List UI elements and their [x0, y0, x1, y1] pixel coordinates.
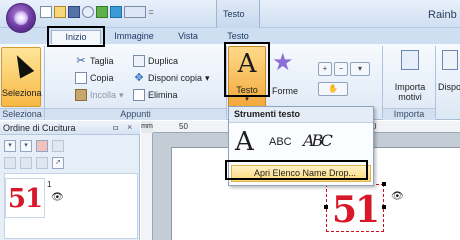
resize-handle[interactable]	[382, 182, 386, 186]
taglia-button[interactable]: ✂ Taglia	[75, 54, 114, 68]
window-title: Rainb	[428, 9, 457, 21]
group-label-seleziona: Seleziona	[0, 108, 44, 120]
zoom-in-icon[interactable]: +	[318, 62, 332, 76]
incolla-button[interactable]: Incolla ▾	[75, 88, 124, 102]
scissors-icon: ✂	[76, 55, 86, 67]
sewing-order-list: 51 1 👁	[4, 173, 138, 239]
eye-icon[interactable]: 👁	[51, 192, 64, 203]
duplicate-icon	[133, 55, 145, 67]
tab-vista[interactable]: Vista	[170, 30, 206, 44]
panel-title: Ordine di Cucitura	[3, 123, 76, 133]
grid-icon[interactable]	[52, 140, 64, 152]
forme-button[interactable]: ★ Forme	[268, 48, 302, 106]
panel-toolbar: ▾ ▾	[0, 137, 140, 155]
elimina-label: Elimina	[148, 90, 178, 100]
chevron-down-icon: ▾	[119, 89, 124, 100]
copy-icon	[75, 72, 87, 84]
dispo-button[interactable]: Dispo	[438, 48, 460, 106]
panel-toolbar-2: ➚	[0, 154, 140, 172]
forme-label: Forme	[271, 86, 298, 96]
selection-box[interactable]	[324, 182, 386, 232]
small-text-tool[interactable]: ABC	[269, 136, 292, 148]
zoom-dropdown-icon[interactable]: ▾	[350, 62, 370, 76]
resize-handle[interactable]	[324, 205, 328, 209]
resize-handle[interactable]	[382, 205, 386, 209]
ruler-unit: mm	[141, 121, 153, 133]
monogram-tool-icon[interactable]: ABC	[303, 131, 333, 151]
hide-icon[interactable]	[36, 157, 48, 169]
shapes-icon: ★	[272, 49, 294, 76]
seleziona-button[interactable]: Seleziona	[1, 47, 42, 107]
importa-motivi-button[interactable]: Importa motivi	[388, 48, 432, 106]
color-icon[interactable]	[36, 140, 48, 152]
import-pattern-icon	[401, 50, 419, 70]
app-logo-icon	[14, 11, 28, 25]
disponi-copia-button[interactable]: ✥ Disponi copia ▾	[133, 71, 210, 85]
highlight-frame-menu-item	[225, 160, 368, 180]
incolla-label: Incolla	[90, 90, 117, 100]
thumbnail-order-number: 1	[47, 180, 52, 189]
text-tool-icon[interactable]: A	[235, 127, 254, 157]
layout-icon	[442, 50, 458, 70]
paste-icon	[75, 89, 87, 101]
copia-button[interactable]: Copia	[75, 71, 114, 85]
vertical-ruler	[141, 133, 153, 240]
pan-hand-icon[interactable]: ✋	[318, 82, 348, 96]
seleziona-label: Seleziona	[2, 88, 42, 98]
dispo-label: Dispo	[438, 82, 460, 92]
duplica-label: Duplica	[148, 56, 179, 66]
delete-icon	[133, 89, 145, 101]
close-icon[interactable]: ×	[127, 122, 132, 132]
sort-icon[interactable]: ▾	[20, 140, 32, 152]
sewing-order-panel: Ordine di Cucitura ㅁ × ▾ ▾ ➚ 51 1 👁	[0, 121, 140, 240]
application-menu-button[interactable]	[6, 3, 36, 33]
copia-label: Copia	[90, 73, 114, 83]
group-label-appunti: Appunti	[45, 108, 226, 120]
open-folder-icon[interactable]	[54, 6, 66, 18]
panel-header: Ordine di Cucitura ㅁ ×	[0, 121, 140, 135]
ruler-tick: 50	[179, 122, 188, 131]
quick-access-toolbar: =	[40, 6, 154, 18]
text-tools-row: A ABC ABC	[229, 125, 373, 159]
show-icon[interactable]	[4, 157, 16, 169]
pointer-icon[interactable]: ➚	[52, 157, 64, 169]
pin-icon[interactable]: ㅁ	[112, 123, 119, 134]
group-label-importa: Importa	[383, 108, 435, 120]
dropdown-header: Strumenti testo	[229, 107, 373, 123]
disponi-copia-label: Disponi copia	[148, 73, 203, 83]
send-icon[interactable]	[96, 6, 108, 18]
customize-qat-icon[interactable]: =	[148, 6, 154, 18]
chevron-down-icon: ▾	[205, 72, 210, 83]
motivi-label: motivi	[398, 92, 422, 102]
context-tab-label: Testo	[223, 9, 245, 19]
duplica-button[interactable]: Duplica	[133, 54, 178, 68]
taglia-label: Taglia	[90, 56, 114, 66]
group-divider	[435, 46, 436, 118]
zoom-icon[interactable]	[82, 6, 94, 18]
highlight-frame-testo	[224, 42, 270, 97]
qat-dropdown-icon[interactable]	[124, 6, 146, 18]
lock-icon[interactable]	[20, 157, 32, 169]
transfer-icon[interactable]	[110, 6, 122, 18]
importa-label: Importa	[394, 82, 426, 92]
save-icon[interactable]	[68, 6, 80, 18]
select-arrow-icon	[9, 51, 35, 79]
pattern-thumbnail[interactable]: 51	[5, 178, 45, 218]
tab-immagine[interactable]: Immagine	[108, 30, 160, 44]
title-bar: = Testo Rainb	[0, 0, 460, 33]
view-icon[interactable]: ▾	[4, 140, 16, 152]
elimina-button[interactable]: Elimina	[133, 88, 178, 102]
highlight-frame-tab	[47, 26, 105, 47]
new-file-icon[interactable]	[40, 6, 52, 18]
zoom-out-icon[interactable]: −	[334, 62, 348, 76]
arrange-copy-icon: ✥	[134, 72, 144, 84]
context-tab-header: Testo	[216, 0, 260, 28]
eye-icon: 👁	[391, 191, 404, 202]
